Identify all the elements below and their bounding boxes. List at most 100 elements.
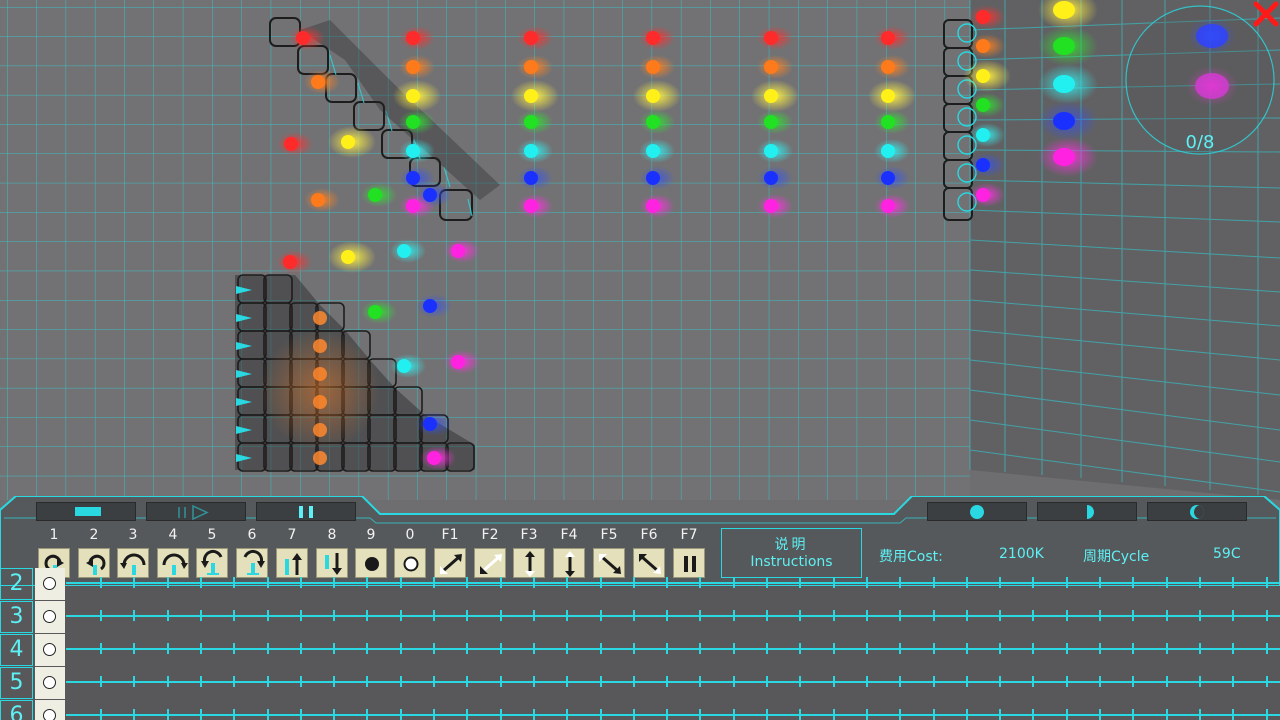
drop-icon bbox=[43, 709, 56, 720]
step-play-button[interactable] bbox=[146, 502, 246, 521]
timeline-tick bbox=[732, 676, 735, 687]
orb bbox=[406, 171, 420, 185]
orb bbox=[881, 31, 895, 45]
timeline-start-cell[interactable] bbox=[35, 568, 65, 600]
timeline-tick bbox=[699, 709, 702, 720]
timeline-tick bbox=[532, 676, 535, 687]
timeline-tick bbox=[632, 577, 635, 588]
orb bbox=[764, 199, 778, 213]
timeline-start-cell[interactable] bbox=[35, 634, 65, 666]
timeline-row[interactable]: 4 bbox=[0, 634, 1280, 667]
timeline-row-number: 3 bbox=[0, 601, 33, 633]
timeline-tick bbox=[566, 709, 569, 720]
key-number-f4: F4 bbox=[560, 527, 578, 543]
timeline-start-cell[interactable] bbox=[35, 667, 65, 699]
timeline-track[interactable] bbox=[66, 714, 1280, 716]
timeline-tick bbox=[699, 577, 702, 588]
timeline-tick bbox=[1065, 610, 1068, 621]
timeline-tick bbox=[1099, 643, 1101, 654]
orb bbox=[311, 75, 325, 89]
timeline-tick bbox=[932, 577, 935, 588]
instructions-label-cn: 说明 bbox=[774, 537, 809, 553]
timeline-tick bbox=[799, 676, 802, 687]
pause-button[interactable] bbox=[256, 502, 356, 521]
timeline-tick bbox=[1232, 643, 1235, 654]
orb bbox=[881, 60, 895, 74]
timeline-tick bbox=[1065, 676, 1068, 687]
timeline-tick bbox=[532, 643, 535, 654]
timeline-tick bbox=[799, 709, 802, 720]
orb bbox=[451, 244, 465, 258]
timeline-tick bbox=[932, 676, 935, 687]
orb bbox=[406, 199, 420, 213]
timeline-tick bbox=[1065, 643, 1068, 654]
timeline-tick bbox=[1265, 676, 1268, 687]
timeline-tick bbox=[399, 577, 402, 588]
orb bbox=[764, 31, 778, 45]
orb bbox=[646, 199, 660, 213]
timeline-tick bbox=[532, 709, 535, 720]
timeline-tick bbox=[632, 676, 635, 687]
timeline-tick bbox=[599, 643, 602, 654]
program-timeline[interactable]: 23456 bbox=[0, 568, 1280, 720]
timeline-tick bbox=[399, 610, 402, 621]
timeline-tick bbox=[433, 610, 435, 621]
timeline-tick bbox=[299, 709, 302, 720]
timeline-tick bbox=[466, 643, 469, 654]
timeline-tick bbox=[233, 676, 236, 687]
timeline-row[interactable]: 3 bbox=[0, 601, 1280, 634]
orb bbox=[764, 171, 778, 185]
key-number-f5: F5 bbox=[600, 527, 618, 543]
timeline-tick bbox=[1165, 676, 1168, 687]
timeline-tick bbox=[1099, 610, 1101, 621]
timeline-tick bbox=[732, 643, 735, 654]
goal-counter: 0/8 bbox=[1186, 132, 1215, 153]
timeline-tick bbox=[199, 643, 202, 654]
speed-half-button[interactable] bbox=[1037, 502, 1137, 521]
timeline-row[interactable]: 2 bbox=[0, 568, 1280, 601]
orb bbox=[423, 299, 437, 313]
timeline-tick bbox=[1232, 709, 1235, 720]
timeline-tick bbox=[1165, 577, 1168, 588]
speed-quarter-button[interactable] bbox=[1147, 502, 1247, 521]
orb bbox=[524, 60, 538, 74]
stop-button[interactable] bbox=[36, 502, 136, 521]
timeline-tick bbox=[766, 610, 768, 621]
target-orb bbox=[1053, 1, 1075, 19]
timeline-tick bbox=[832, 610, 835, 621]
timeline-tick bbox=[266, 643, 269, 654]
timeline-row[interactable]: 6 bbox=[0, 700, 1280, 720]
orb bbox=[423, 417, 437, 431]
timeline-track[interactable] bbox=[66, 681, 1280, 683]
timeline-tick bbox=[433, 676, 435, 687]
speed-full-button[interactable] bbox=[927, 502, 1027, 521]
timeline-tick bbox=[999, 577, 1002, 588]
drop-icon bbox=[43, 610, 56, 623]
timeline-tick bbox=[1165, 610, 1168, 621]
timeline-track[interactable] bbox=[66, 582, 1280, 584]
timeline-track[interactable] bbox=[66, 615, 1280, 617]
timeline-tick bbox=[299, 577, 302, 588]
timeline-tick bbox=[965, 643, 968, 654]
timeline-tick bbox=[333, 676, 336, 687]
game-board[interactable]: 0/8 bbox=[0, 0, 1280, 500]
timeline-tick bbox=[599, 676, 602, 687]
timeline-tick bbox=[133, 676, 136, 687]
key-number-8: 8 bbox=[327, 527, 337, 543]
timeline-track[interactable] bbox=[66, 648, 1280, 650]
orb bbox=[524, 144, 538, 158]
cost-value: 2100K bbox=[999, 546, 1044, 562]
timeline-start-cell[interactable] bbox=[35, 700, 65, 720]
timeline-tick bbox=[499, 709, 502, 720]
timeline-tick bbox=[399, 709, 402, 720]
timeline-tick bbox=[266, 676, 269, 687]
timeline-tick bbox=[266, 610, 269, 621]
timeline-tick bbox=[1132, 709, 1135, 720]
timeline-tick bbox=[199, 709, 202, 720]
timeline-row[interactable]: 5 bbox=[0, 667, 1280, 700]
timeline-start-cell[interactable] bbox=[35, 601, 65, 633]
orb bbox=[646, 171, 660, 185]
orb bbox=[397, 359, 411, 373]
timeline-tick bbox=[366, 709, 369, 720]
game-screen: 0/8 1 2 3 4 5 6 7 8 9 0 F1 F2 F3 F4 F5 F6 F7 bbox=[0, 0, 1280, 720]
